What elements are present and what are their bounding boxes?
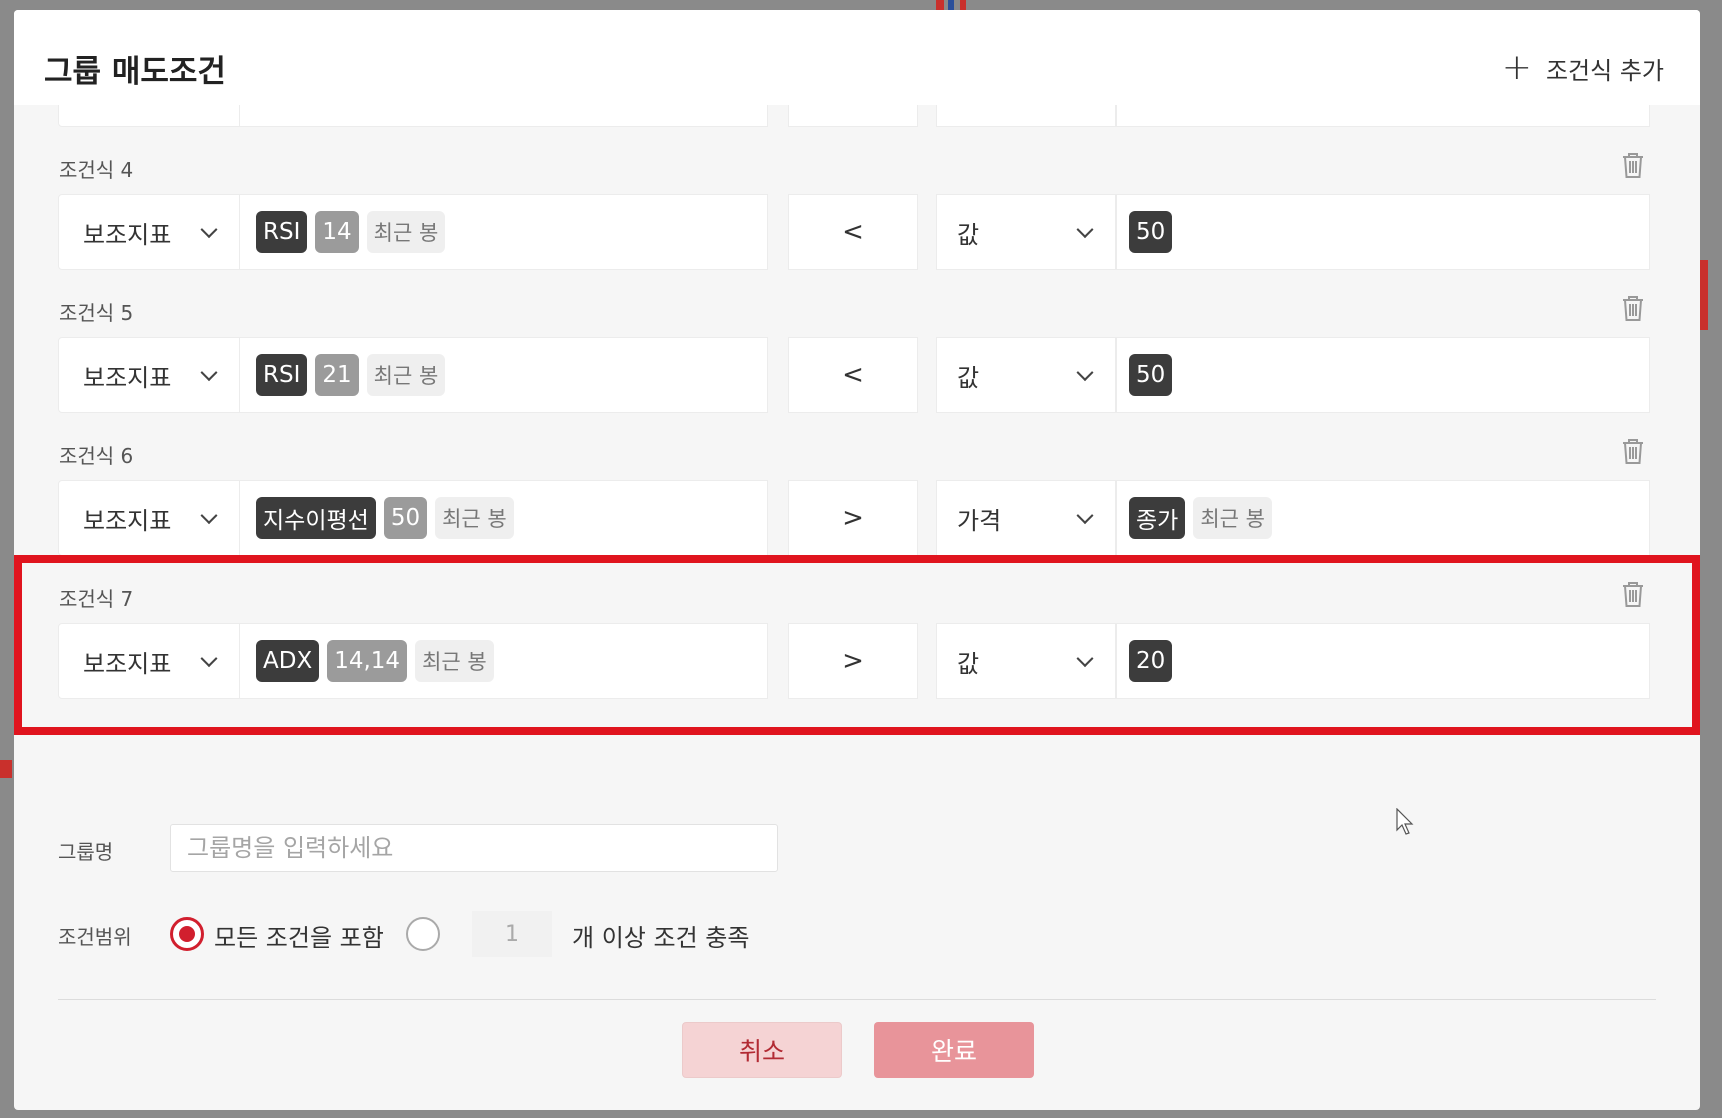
radio-all-conditions[interactable] xyxy=(170,917,204,951)
condition-type-value: 보조지표 xyxy=(83,363,172,392)
chevron-down-icon xyxy=(200,364,218,382)
condition-type-value: 보조지표 xyxy=(83,649,172,678)
chevron-down-icon xyxy=(1076,507,1094,525)
backdrop-fragment xyxy=(960,0,966,10)
modal-title: 그룹 매도조건 xyxy=(44,54,226,90)
chevron-down-icon xyxy=(1076,650,1094,668)
peek-field xyxy=(1116,105,1650,127)
group-sell-condition-modal: 그룹 매도조건 + 조건식 추가 조건식 4 보조지표 RSI 14 최근 봉 … xyxy=(14,10,1700,1110)
param-chip[interactable]: 14,14 xyxy=(327,640,408,682)
value-field[interactable]: 20 xyxy=(1116,623,1650,699)
value-candle-chip[interactable]: 최근 봉 xyxy=(1193,497,1272,539)
peek-field xyxy=(788,105,918,127)
candle-chip[interactable]: 최근 봉 xyxy=(366,211,446,253)
value-type-value: 가격 xyxy=(957,506,1002,535)
condition-label: 조건식 6 xyxy=(59,444,134,468)
backdrop-fragment xyxy=(0,760,12,778)
value-type-value: 값 xyxy=(957,220,980,249)
value-field[interactable]: 50 xyxy=(1116,194,1650,270)
group-name-input[interactable] xyxy=(170,824,778,872)
peek-field xyxy=(58,105,240,127)
scope-label: 조건범위 xyxy=(58,925,132,949)
value-chip[interactable]: 50 xyxy=(1129,211,1173,253)
done-button[interactable]: 완료 xyxy=(874,1022,1034,1078)
indicator-field[interactable]: RSI 14 최근 봉 xyxy=(240,194,768,270)
value-type-select[interactable]: 가격 xyxy=(936,480,1116,556)
trash-icon[interactable] xyxy=(1616,148,1650,182)
operator-field[interactable]: > xyxy=(788,623,918,699)
indicator-field[interactable]: 지수이평선 50 최근 봉 xyxy=(240,480,768,556)
value-field[interactable]: 50 xyxy=(1116,337,1650,413)
condition-type-value: 보조지표 xyxy=(83,506,172,535)
group-name-label: 그룹명 xyxy=(58,840,114,864)
trash-icon[interactable] xyxy=(1616,291,1650,325)
add-condition-button[interactable]: + 조건식 추가 xyxy=(1502,50,1664,86)
condition-type-value: 보조지표 xyxy=(83,220,172,249)
plus-icon: + xyxy=(1501,47,1532,88)
param-chip[interactable]: 14 xyxy=(315,211,359,253)
backdrop-fragment xyxy=(936,0,944,10)
mouse-cursor-icon xyxy=(1396,808,1414,835)
trash-icon[interactable] xyxy=(1616,434,1650,468)
condition-block: 조건식 6 보조지표 지수이평선 50 최근 봉 > 가격 종가 최근 봉 xyxy=(14,434,1700,591)
backdrop-fragment xyxy=(948,0,954,10)
indicator-field[interactable]: ADX 14,14 최근 봉 xyxy=(240,623,768,699)
condition-block: 조건식 7 보조지표 ADX 14,14 최근 봉 > 값 20 xyxy=(14,577,1700,734)
condition-count-input[interactable] xyxy=(472,911,552,957)
value-chip[interactable]: 종가 xyxy=(1129,497,1186,539)
radio-count-conditions[interactable] xyxy=(406,917,440,951)
chevron-down-icon xyxy=(200,221,218,239)
param-chip[interactable]: 50 xyxy=(383,497,428,539)
chevron-down-icon xyxy=(1076,221,1094,239)
chevron-down-icon xyxy=(200,507,218,525)
cancel-button[interactable]: 취소 xyxy=(682,1022,842,1078)
value-chip[interactable]: 50 xyxy=(1129,354,1173,396)
indicator-chip[interactable]: ADX xyxy=(256,640,320,682)
param-chip[interactable]: 21 xyxy=(315,354,359,396)
chevron-down-icon xyxy=(1076,364,1094,382)
condition-block: 조건식 4 보조지표 RSI 14 최근 봉 < 값 50 xyxy=(14,148,1700,305)
peek-field xyxy=(936,105,1116,127)
peek-field xyxy=(240,105,768,127)
backdrop-fragment xyxy=(1700,260,1708,330)
condition-type-select[interactable]: 보조지표 xyxy=(58,194,240,270)
value-field[interactable]: 종가 최근 봉 xyxy=(1116,480,1650,556)
value-type-select[interactable]: 값 xyxy=(936,337,1116,413)
add-condition-label: 조건식 추가 xyxy=(1545,56,1664,85)
indicator-chip[interactable]: 지수이평선 xyxy=(256,497,376,539)
count-conditions-label: 개 이상 조건 충족 xyxy=(572,924,750,952)
condition-label: 조건식 4 xyxy=(59,158,134,182)
value-type-select[interactable]: 값 xyxy=(936,194,1116,270)
candle-chip[interactable]: 최근 봉 xyxy=(435,497,514,539)
indicator-chip[interactable]: RSI xyxy=(256,354,308,396)
condition-label: 조건식 7 xyxy=(59,587,134,611)
value-type-value: 값 xyxy=(957,649,980,678)
chevron-down-icon xyxy=(200,650,218,668)
operator-field[interactable]: > xyxy=(788,480,918,556)
value-chip[interactable]: 20 xyxy=(1129,640,1173,682)
value-type-value: 값 xyxy=(957,363,980,392)
indicator-chip[interactable]: RSI xyxy=(256,211,308,253)
operator-field[interactable]: < xyxy=(788,337,918,413)
condition-type-select[interactable]: 보조지표 xyxy=(58,337,240,413)
modal-header: 그룹 매도조건 + 조건식 추가 xyxy=(14,10,1700,105)
operator-field[interactable]: < xyxy=(788,194,918,270)
candle-chip[interactable]: 최근 봉 xyxy=(415,640,494,682)
condition-list[interactable]: 조건식 4 보조지표 RSI 14 최근 봉 < 값 50 조건식 5 보조지표… xyxy=(14,105,1700,820)
candle-chip[interactable]: 최근 봉 xyxy=(366,354,446,396)
value-type-select[interactable]: 값 xyxy=(936,623,1116,699)
condition-type-select[interactable]: 보조지표 xyxy=(58,480,240,556)
footer-divider xyxy=(58,999,1656,1000)
condition-label: 조건식 5 xyxy=(59,301,134,325)
indicator-field[interactable]: RSI 21 최근 봉 xyxy=(240,337,768,413)
condition-type-select[interactable]: 보조지표 xyxy=(58,623,240,699)
radio-all-conditions-label: 모든 조건을 포함 xyxy=(214,924,384,952)
condition-block: 조건식 5 보조지표 RSI 21 최근 봉 < 값 50 xyxy=(14,291,1700,448)
trash-icon[interactable] xyxy=(1616,577,1650,611)
